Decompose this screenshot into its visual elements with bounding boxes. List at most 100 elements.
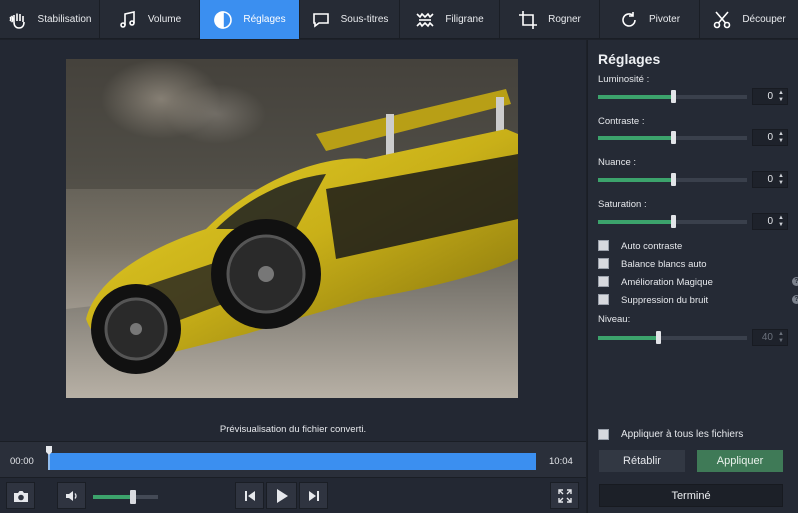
previous-button[interactable] — [235, 482, 264, 509]
car-image — [66, 59, 518, 398]
level-spinbox[interactable]: 40 ▲ ▼ — [752, 329, 788, 346]
auto-contrast-checkbox[interactable] — [598, 240, 609, 251]
play-icon — [276, 488, 288, 503]
play-button[interactable] — [266, 482, 297, 509]
spinbox-arrows-icon[interactable]: ▲ ▼ — [778, 215, 784, 229]
end-time: 10:04 — [549, 456, 573, 467]
tab-filigrane[interactable]: Filigrane — [400, 0, 500, 39]
fullscreen-button[interactable] — [550, 482, 579, 509]
playhead-handle[interactable] — [46, 446, 52, 470]
tab-rogner[interactable]: Rogner — [500, 0, 600, 39]
tab-stabilisation[interactable]: Stabilisation — [0, 0, 100, 39]
volume-fill — [93, 495, 134, 499]
volume-slider[interactable] — [93, 490, 158, 504]
speech-bubble-icon — [311, 10, 331, 30]
tab-label: Filigrane — [445, 14, 484, 25]
skip-back-icon — [244, 490, 255, 501]
brightness-label: Luminosité : — [598, 74, 650, 85]
tab-label: Réglages — [243, 14, 286, 25]
saturation-label: Saturation : — [598, 199, 647, 210]
mute-button[interactable] — [57, 482, 86, 509]
hue-spinbox[interactable]: 0 ▲ ▼ — [752, 171, 788, 188]
timeline[interactable]: 00:00 10:04 — [0, 441, 586, 478]
apply-all-checkbox[interactable] — [598, 429, 609, 440]
apply-button[interactable]: Appliquer — [697, 450, 783, 472]
slider-fill — [598, 95, 673, 99]
music-note-icon — [118, 10, 138, 30]
crop-icon — [518, 10, 538, 30]
spinbox-arrows-icon[interactable]: ▲ ▼ — [778, 131, 784, 145]
hue-label: Nuance : — [598, 157, 637, 168]
magic-enhance-checkbox[interactable] — [598, 276, 609, 287]
spinbox-value: 0 — [767, 132, 773, 143]
slider-knob[interactable] — [670, 173, 676, 186]
slider-fill — [598, 178, 673, 182]
start-time: 00:00 — [10, 456, 34, 467]
tab-label: Pivoter — [648, 14, 681, 25]
hue-slider[interactable] — [598, 173, 747, 186]
slider-knob[interactable] — [670, 90, 676, 103]
expand-icon — [557, 488, 572, 503]
tab-label: Sous-titres — [340, 14, 389, 25]
slider-knob[interactable] — [670, 215, 676, 228]
reset-button[interactable]: Rétablir — [599, 450, 685, 472]
snapshot-button[interactable] — [6, 482, 35, 509]
next-button[interactable] — [299, 482, 328, 509]
help-icon[interactable]: ? — [792, 277, 798, 286]
magic-enhance-label: Amélioration Magique — [621, 277, 713, 288]
level-slider[interactable] — [598, 331, 747, 344]
volume-knob[interactable] — [130, 490, 137, 504]
tab-label: Rogner — [548, 14, 581, 25]
auto-contrast-label: Auto contraste — [621, 241, 683, 252]
saturation-slider[interactable] — [598, 215, 747, 228]
preview-caption: Prévisualisation du fichier converti. — [219, 424, 367, 435]
contrast-spinbox[interactable]: 0 ▲ ▼ — [752, 129, 788, 146]
level-label: Niveau: — [598, 314, 631, 325]
settings-panel: Réglages Luminosité : 0 ▲ ▼ Contraste : 0… — [587, 40, 798, 513]
spinbox-arrows-icon[interactable]: ▲ ▼ — [778, 331, 784, 345]
slider-knob[interactable] — [655, 331, 661, 344]
slider-knob[interactable] — [670, 131, 676, 144]
tab-decouper[interactable]: Découper — [700, 0, 798, 39]
timeline-track[interactable] — [48, 453, 536, 470]
auto-white-balance-checkbox[interactable] — [598, 258, 609, 269]
tab-pivoter[interactable]: Pivoter — [600, 0, 700, 39]
preview-pane: Prévisualisation du fichier converti. 00… — [0, 40, 586, 513]
tab-sous-titres[interactable]: Sous-titres — [300, 0, 400, 39]
spinbox-value: 40 — [761, 332, 773, 343]
spinbox-arrows-icon[interactable]: ▲ ▼ — [778, 90, 784, 104]
speaker-icon — [65, 490, 77, 501]
skip-forward-icon — [308, 490, 319, 501]
hand-icon — [8, 10, 28, 30]
help-icon[interactable]: ? — [792, 295, 798, 304]
tab-reglages[interactable]: Réglages — [200, 0, 300, 39]
panel-title: Réglages — [598, 51, 661, 67]
apply-all-label: Appliquer à tous les fichiers — [621, 429, 744, 440]
auto-white-balance-label: Balance blancs auto — [621, 259, 707, 270]
video-preview — [66, 59, 518, 398]
slider-fill — [598, 136, 673, 140]
spinbox-arrows-icon[interactable]: ▲ ▼ — [778, 173, 784, 187]
slider-fill — [598, 220, 673, 224]
tab-label: Stabilisation — [37, 14, 92, 25]
noise-reduction-label: Suppression du bruit — [621, 295, 709, 306]
done-button[interactable]: Terminé — [599, 484, 783, 507]
contrast-label: Contraste : — [598, 116, 645, 127]
contrast-icon — [213, 10, 233, 30]
spinbox-value: 0 — [767, 91, 773, 102]
camera-icon — [13, 490, 28, 502]
tab-label: Volume — [147, 14, 182, 25]
brightness-slider[interactable] — [598, 90, 747, 103]
slider-fill — [598, 336, 658, 340]
spinbox-value: 0 — [767, 174, 773, 185]
scissors-icon — [712, 10, 732, 30]
contrast-slider[interactable] — [598, 131, 747, 144]
tab-label: Découper — [742, 14, 786, 25]
toolbar: Stabilisation Volume Réglages Sous-titre… — [0, 0, 798, 39]
brightness-spinbox[interactable]: 0 ▲ ▼ — [752, 88, 788, 105]
watermark-icon — [415, 10, 435, 30]
noise-reduction-checkbox[interactable] — [598, 294, 609, 305]
tab-volume[interactable]: Volume — [100, 0, 200, 39]
saturation-spinbox[interactable]: 0 ▲ ▼ — [752, 213, 788, 230]
spinbox-value: 0 — [767, 216, 773, 227]
